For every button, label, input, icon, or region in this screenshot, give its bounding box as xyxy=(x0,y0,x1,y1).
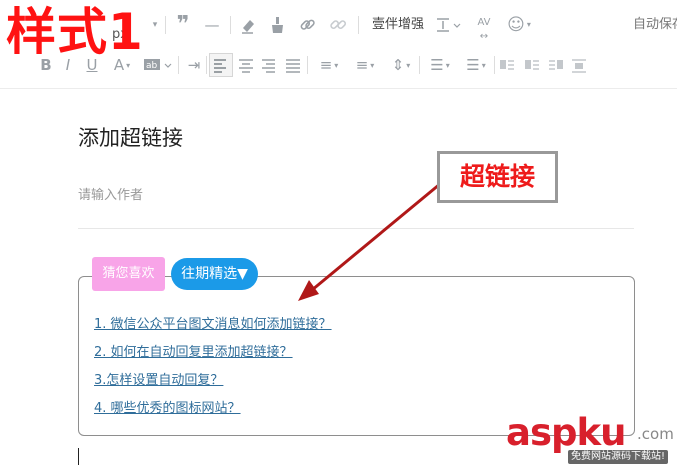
watermark-suffix: .com xyxy=(637,425,674,443)
annotation-arrow xyxy=(298,182,441,301)
text-cursor xyxy=(78,448,79,465)
watermark-tagline: 免费网站源码下载站! xyxy=(568,450,669,464)
hyperlink-callout: 超链接 xyxy=(437,151,558,203)
watermark: aspku .com 免费网站源码下载站! xyxy=(506,410,677,467)
